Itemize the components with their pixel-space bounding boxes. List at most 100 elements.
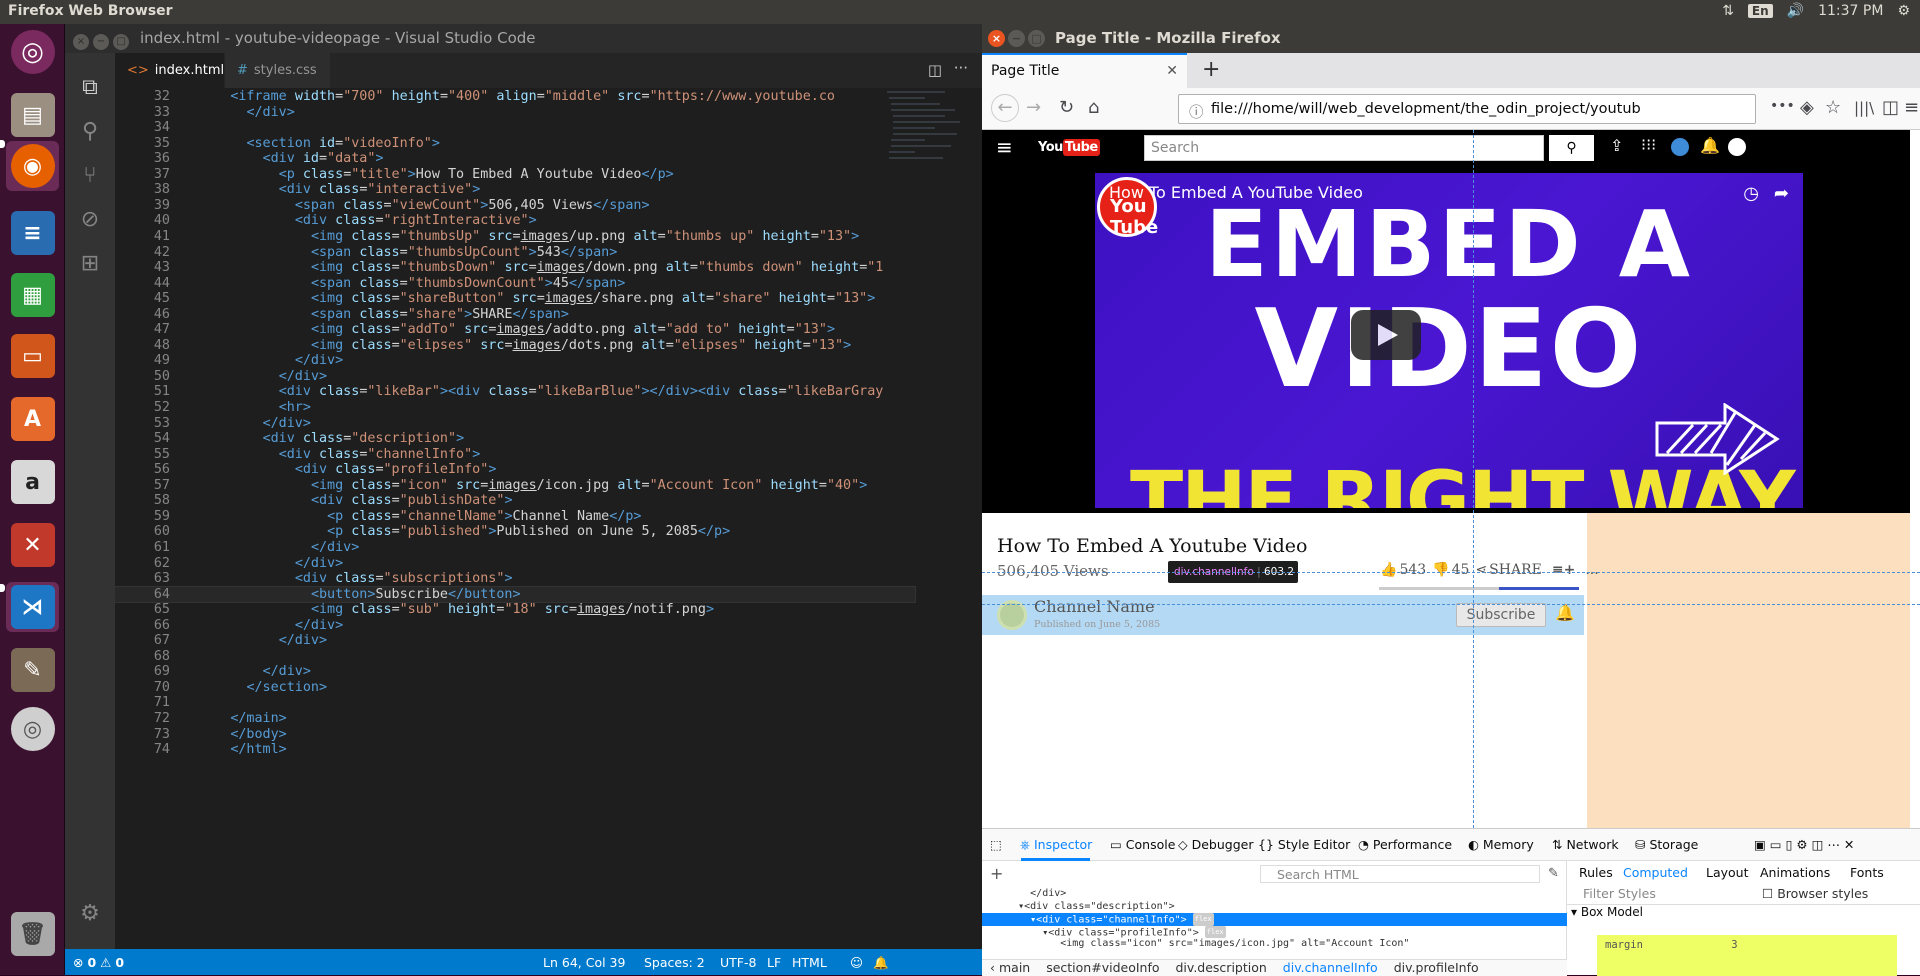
firefox-icon[interactable]: ◉ <box>6 141 59 191</box>
channel-name[interactable]: Channel Name <box>1034 597 1155 616</box>
code-line[interactable]: 43 <img class="thumbsDown" src=images/do… <box>115 260 915 276</box>
calc-icon[interactable]: ▦ <box>6 270 59 320</box>
code-line[interactable]: 37 <p class="title">How To Embed A Youtu… <box>115 167 915 183</box>
breadcrumb-section[interactable]: section#videoInfo <box>1046 960 1159 975</box>
notifications-bell-icon[interactable]: 🔔 <box>873 955 889 971</box>
code-line[interactable]: 51 <div class="likeBar"><div class="like… <box>115 384 915 400</box>
tab-console[interactable]: ▭ Console <box>1110 837 1175 852</box>
network-transfer-icon[interactable]: ⇅ <box>1722 3 1734 19</box>
messages-icon[interactable] <box>1671 138 1689 156</box>
more-actions-icon[interactable]: ··· <box>954 59 968 77</box>
apps-grid-icon[interactable]: ⁝⁝⁝ <box>1641 135 1656 154</box>
code-line[interactable]: 69 </div> <box>115 664 915 680</box>
breadcrumb-back-icon[interactable]: ‹ <box>990 960 999 975</box>
trash-icon[interactable]: 🗑 <box>6 909 59 959</box>
minimize-button[interactable]: − <box>1008 30 1025 47</box>
code-line[interactable]: 64 <button>Subscribe</button> <box>115 585 916 604</box>
flex-badge[interactable]: flex <box>1192 913 1214 926</box>
code-line[interactable]: 49 </div> <box>115 353 915 369</box>
sidebar-icon[interactable]: ◫ <box>1882 97 1899 118</box>
dom-node[interactable]: ▾<div class="description"> <box>982 901 1567 914</box>
code-line[interactable]: 66 </div> <box>115 618 915 634</box>
extensions-icon[interactable]: ⊞ <box>65 239 115 287</box>
code-line[interactable]: 39 <span class="viewCount">506,405 Views… <box>115 198 915 214</box>
play-button[interactable] <box>1351 310 1421 360</box>
code-line[interactable]: 34 <box>115 120 915 136</box>
code-line[interactable]: 58 <div class="publishDate"> <box>115 493 915 509</box>
code-line[interactable]: 33 </div> <box>115 105 915 121</box>
debug-icon[interactable]: ⊘ <box>65 195 115 243</box>
search-input[interactable]: Search <box>1144 135 1544 161</box>
code-line[interactable]: 67 </div> <box>115 633 915 649</box>
search-icon[interactable]: ⚲ <box>1549 135 1594 161</box>
code-line[interactable]: 41 <img class="thumbsUp" src=images/up.p… <box>115 229 915 245</box>
element-picker-icon[interactable]: ⬚ <box>990 837 1002 852</box>
gimp-icon[interactable]: ✎ <box>6 645 59 695</box>
maximize-button[interactable]: □ <box>1028 30 1045 47</box>
avatar[interactable] <box>1728 138 1746 156</box>
clock[interactable]: 11:37 PM <box>1818 3 1883 19</box>
hamburger-menu-icon[interactable]: ≡ <box>996 135 1013 159</box>
close-window-button[interactable]: × <box>988 30 1005 47</box>
code-line[interactable]: 68 <box>115 649 915 665</box>
code-line[interactable]: 70 </section> <box>115 680 915 696</box>
code-line[interactable]: 56 <div class="profileInfo"> <box>115 462 915 478</box>
code-line[interactable]: 72 </main> <box>115 711 915 727</box>
breadcrumb-channelinfo[interactable]: div.channelInfo <box>1283 960 1378 975</box>
minimize-button[interactable]: − <box>93 34 109 50</box>
video-thumbnail[interactable]: You Tube How To Embed A YouTube Video ◷ … <box>1095 173 1803 508</box>
dom-node[interactable]: <img class="icon" src="images/icon.jpg" … <box>982 938 1567 951</box>
tab-network[interactable]: ⇅ Network <box>1552 837 1619 852</box>
code-line[interactable]: 32 <iframe width="700" height="400" alig… <box>115 89 915 105</box>
problems-indicator[interactable]: ⊗ 0 ⚠ 0 <box>73 955 124 970</box>
home-button[interactable]: ⌂ <box>1088 97 1099 118</box>
code-line[interactable]: 50 </div> <box>115 369 915 385</box>
dom-node[interactable]: ▾<div class="profileInfo"> flex <box>982 925 1567 938</box>
software-center-icon[interactable]: A <box>6 394 59 444</box>
split-editor-icon[interactable]: ◫ <box>928 61 942 79</box>
breadcrumb-main[interactable]: main <box>999 960 1030 975</box>
code-line[interactable]: 45 <img class="shareButton" src=images/s… <box>115 291 915 307</box>
dom-node[interactable]: ▾<div class="channelInfo"> flex <box>982 913 1567 926</box>
code-line[interactable]: 61 </div> <box>115 540 915 556</box>
volume-icon[interactable]: 🔊 <box>1787 3 1804 19</box>
info-icon[interactable]: ⓘ <box>1189 101 1204 122</box>
code-line[interactable]: 46 <span class="share">SHARE</span> <box>115 307 915 323</box>
tab-style-editor[interactable]: {} Style Editor <box>1258 837 1350 852</box>
code-line[interactable]: 44 <span class="thumbsDownCount">45</spa… <box>115 276 915 292</box>
eyedropper-icon[interactable]: ✎ <box>1548 866 1559 881</box>
vscode-icon[interactable]: ⋊ <box>6 582 59 632</box>
source-control-icon[interactable]: ⑂ <box>65 151 115 199</box>
explorer-icon[interactable]: ⧉ <box>65 63 115 111</box>
code-line[interactable]: 36 <div id="data"> <box>115 151 915 167</box>
system-settings-icon[interactable]: ✕ <box>6 520 59 570</box>
indentation-setting[interactable]: Spaces: 2 <box>644 955 705 970</box>
bookmark-star-icon[interactable]: ☆ <box>1825 97 1841 118</box>
tab-storage[interactable]: ⛁ Storage <box>1635 837 1698 852</box>
code-line[interactable]: 62 </div> <box>115 556 915 572</box>
tab-computed[interactable]: Computed <box>1623 865 1688 880</box>
keyboard-layout-indicator[interactable]: En <box>1747 4 1773 18</box>
url-bar[interactable]: ⓘ file:///home/will/web_development/the_… <box>1178 94 1756 124</box>
forward-button[interactable]: → <box>1026 97 1041 118</box>
share-label[interactable]: SHARE <box>1489 562 1542 578</box>
breadcrumb-description[interactable]: div.description <box>1175 960 1266 975</box>
reload-button[interactable]: ↻ <box>1059 97 1074 118</box>
code-line[interactable]: 52 <hr> <box>115 400 915 416</box>
notifications-bell-icon[interactable]: 🔔 <box>1700 136 1720 155</box>
youtube-logo[interactable]: You Tube <box>1038 139 1100 156</box>
encoding-setting[interactable]: UTF-8 <box>720 955 756 970</box>
code-line[interactable]: 74 </html> <box>115 742 915 758</box>
language-mode[interactable]: HTML <box>792 955 827 970</box>
menu-icon[interactable]: ≡ <box>1904 97 1919 118</box>
code-line[interactable]: 71 <box>115 695 915 711</box>
tab-debugger[interactable]: ◇ Debugger <box>1178 837 1253 852</box>
pocket-icon[interactable]: ◈ <box>1800 97 1814 118</box>
more-options-icon[interactable]: ... <box>1585 562 1598 578</box>
back-button[interactable]: ← <box>991 94 1019 122</box>
add-to-playlist-icon[interactable]: ≡+ <box>1552 562 1575 578</box>
tab-fonts[interactable]: Fonts <box>1850 865 1884 880</box>
search-icon[interactable]: ⚲ <box>65 107 115 155</box>
code-line[interactable]: 42 <span class="thumbsUpCount">543</span… <box>115 245 915 261</box>
code-line[interactable]: 53 </div> <box>115 416 915 432</box>
